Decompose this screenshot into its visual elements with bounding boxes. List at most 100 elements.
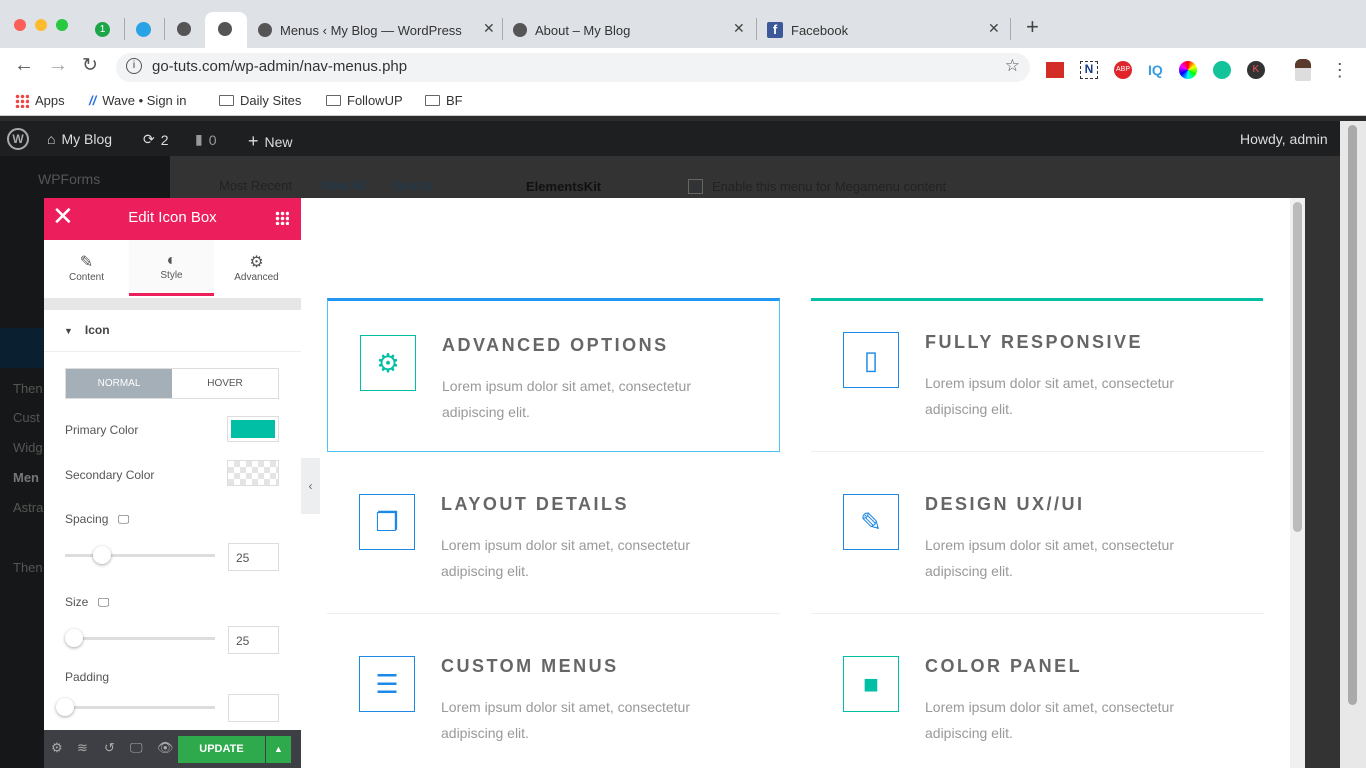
update-button[interactable]: UPDATE	[178, 736, 265, 763]
globe-icon	[258, 23, 272, 37]
howdy-account-link[interactable]: Howdy, admin	[1240, 131, 1328, 147]
spacing-input[interactable]: 25	[228, 543, 279, 571]
spacing-slider[interactable]	[65, 546, 215, 564]
navigator-layers-icon[interactable]: ≋	[77, 740, 88, 756]
desktop-icon: 🖵	[117, 512, 130, 526]
facebook-icon: f	[767, 22, 783, 38]
tab-menus[interactable]: Menus ‹ My Blog — WordPress	[258, 12, 462, 48]
preview-eye-icon[interactable]: 👁	[157, 740, 174, 756]
collapse-panel-button[interactable]: ‹	[301, 458, 320, 514]
comments-link[interactable]: ▮ 0	[195, 131, 217, 148]
icon-box[interactable]: ✎ DESIGN UX//UI Lorem ipsum dolor sit am…	[811, 460, 1264, 614]
forward-button[interactable]: →	[48, 54, 68, 77]
menu-kebab-icon[interactable]: ⋮	[1331, 60, 1349, 81]
icon-box-title: CUSTOM MENUS	[441, 656, 619, 676]
back-button[interactable]: ←	[14, 54, 34, 77]
pencil-icon: ✎	[843, 494, 899, 550]
minimize-window-button[interactable]	[35, 19, 47, 31]
color-wheel-icon[interactable]	[1178, 61, 1197, 79]
contrast-icon: ◐	[166, 252, 177, 269]
close-window-button[interactable]	[14, 19, 26, 31]
close-tab-icon[interactable]: ✕	[988, 20, 1000, 37]
bookmark-followup[interactable]: FollowUP	[326, 93, 403, 108]
page-scrollbar[interactable]	[1340, 121, 1366, 768]
updates-link[interactable]: ⟳ 2	[143, 131, 169, 148]
icon-box[interactable]: ❐ LAYOUT DETAILS Lorem ipsum dolor sit a…	[327, 460, 780, 614]
size-label: Size 🖵	[65, 595, 110, 609]
elementskit-label: ElementsKit	[526, 179, 602, 194]
bookmark-daily-sites[interactable]: Daily Sites	[219, 93, 301, 108]
size-slider[interactable]	[65, 629, 215, 647]
k-extension-icon[interactable]: K	[1246, 61, 1265, 79]
panel-footer: ⚙ ≋ ↺ 🖵 👁 UPDATE ▲	[44, 730, 301, 768]
padding-slider[interactable]	[56, 698, 215, 716]
icon-box[interactable]: ▯ FULLY RESPONSIVE Lorem ipsum dolor sit…	[811, 298, 1264, 452]
slider-handle[interactable]	[93, 546, 111, 564]
search-tab: Search	[391, 178, 433, 193]
icon-box[interactable]: ⚙ ADVANCED OPTIONS Lorem ipsum dolor sit…	[327, 298, 780, 452]
bookmark-apps[interactable]: Apps	[15, 93, 65, 108]
hover-tab[interactable]: HOVER	[172, 369, 278, 398]
lastpass-icon[interactable]	[1046, 62, 1064, 78]
folder-icon	[425, 95, 440, 106]
info-icon[interactable]: i	[126, 58, 142, 74]
home-icon: ⌂	[47, 131, 56, 147]
profile-avatar[interactable]	[1294, 59, 1311, 81]
plus-icon: +	[248, 131, 259, 151]
url-input[interactable]: i go-tuts.com/wp-admin/nav-menus.php ☆	[116, 53, 1030, 82]
pinned-tab-1[interactable]: 1	[95, 22, 110, 37]
wordpress-logo-icon[interactable]: W	[7, 128, 29, 150]
grammarly-icon[interactable]	[1212, 61, 1231, 79]
responsive-desktop-icon[interactable]: 🖵	[130, 740, 143, 756]
bookmark-bf[interactable]: BF	[425, 93, 463, 108]
reload-button[interactable]: ↻	[82, 54, 98, 77]
wp-admin-bar: W ⌂ My Blog ⟳ 2 ▮ 0 + New Howdy, admin	[0, 121, 1366, 156]
primary-color-picker[interactable]	[227, 416, 279, 442]
iq-icon[interactable]: IQ	[1148, 62, 1163, 78]
secondary-color-picker[interactable]	[227, 460, 279, 486]
widgets-grid-icon[interactable]	[275, 211, 289, 225]
tab-content[interactable]: ✎ Content	[44, 240, 129, 296]
slider-handle[interactable]	[56, 698, 74, 716]
pencil-icon: ✎	[79, 254, 94, 271]
globe-icon	[513, 23, 527, 37]
sidebar-item-menus: Men	[13, 470, 39, 485]
close-tab-icon[interactable]: ✕	[483, 20, 495, 37]
megamenu-label: Enable this menu for Megamenu content	[712, 179, 947, 194]
tab-advanced[interactable]: ⚙ Advanced	[214, 240, 299, 296]
icon-box[interactable]: ■ COLOR PANEL Lorem ipsum dolor sit amet…	[811, 622, 1264, 768]
adblock-icon[interactable]: ABP	[1114, 61, 1132, 79]
close-icon[interactable]: ✕	[52, 198, 74, 234]
bookmark-wave[interactable]: //Wave • Sign in	[89, 93, 187, 108]
padding-label: Padding	[65, 670, 110, 684]
site-name-link[interactable]: ⌂ My Blog	[47, 131, 112, 147]
update-options-caret[interactable]: ▲	[266, 736, 291, 763]
primary-color-label: Primary Color	[65, 423, 139, 437]
pinned-tab-globe-icon[interactable]	[177, 22, 191, 36]
tab-facebook[interactable]: f Facebook	[767, 12, 848, 48]
settings-icon[interactable]: ⚙	[51, 740, 63, 756]
panel-title: Edit Icon Box	[128, 209, 217, 226]
normal-tab[interactable]: NORMAL	[66, 369, 172, 398]
new-content-link[interactable]: + New	[248, 131, 293, 152]
active-tab[interactable]	[205, 12, 247, 48]
new-tab-button[interactable]: +	[1026, 14, 1039, 40]
history-icon[interactable]: ↺	[104, 740, 115, 756]
n-clipper-icon[interactable]: N	[1080, 61, 1098, 79]
icon-box-description: Lorem ipsum dolor sit amet, consectetur …	[925, 375, 1174, 417]
icon-box[interactable]: ☰ CUSTOM MENUS Lorem ipsum dolor sit ame…	[327, 622, 780, 768]
pinned-tab-telegram-icon[interactable]	[136, 22, 151, 37]
tab-about[interactable]: About – My Blog	[513, 12, 630, 48]
folder-icon	[219, 95, 234, 106]
bookmark-star-icon[interactable]: ☆	[1005, 56, 1020, 76]
tab-style[interactable]: ◐ Style	[129, 240, 214, 296]
maximize-window-button[interactable]	[56, 19, 68, 31]
section-icon-toggle[interactable]: ▼ Icon	[44, 310, 301, 352]
preview-scrollbar[interactable]	[1290, 198, 1305, 768]
desktop-icon: 🖵	[97, 595, 110, 609]
close-tab-icon[interactable]: ✕	[733, 20, 745, 37]
size-input[interactable]: 25	[228, 626, 279, 654]
panel-header: ✕ Edit Icon Box	[44, 198, 301, 240]
padding-input[interactable]	[228, 694, 279, 722]
slider-handle[interactable]	[65, 629, 83, 647]
